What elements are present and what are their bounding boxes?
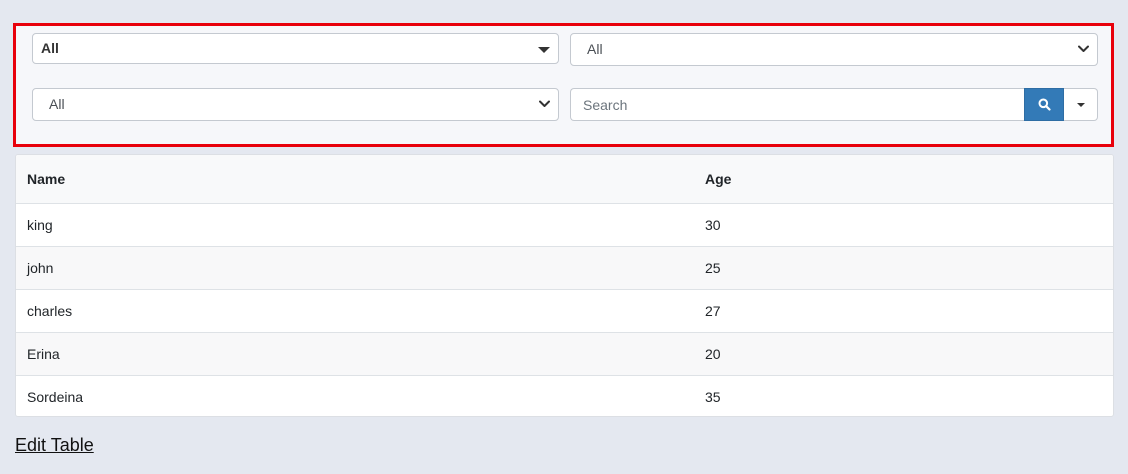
cell-name: john <box>16 246 694 290</box>
cell-age: 27 <box>694 289 1113 333</box>
cell-age: 25 <box>694 246 1113 290</box>
filter-select-2[interactable]: All <box>570 33 1098 66</box>
cell-name: king <box>16 203 694 247</box>
chevron-down-icon <box>539 100 550 107</box>
table-header-row: Name Age <box>16 155 1113 204</box>
filter-select-3-value: All <box>49 96 65 112</box>
table-row[interactable]: Erina 20 <box>16 332 1113 376</box>
cell-age: 20 <box>694 332 1113 376</box>
table-row[interactable]: charles 27 <box>16 289 1113 333</box>
table-row[interactable]: john 25 <box>16 246 1113 290</box>
caret-down-icon <box>538 47 550 53</box>
filter-select-1-value: All <box>41 40 59 56</box>
caret-down-icon <box>1077 103 1085 107</box>
table-row[interactable]: king 30 <box>16 203 1113 247</box>
search-input[interactable] <box>570 88 1025 121</box>
filter-select-3[interactable]: All <box>32 88 559 121</box>
cell-name: charles <box>16 289 694 333</box>
table-row[interactable]: Sordeina 35 <box>16 376 1113 417</box>
cell-name: Erina <box>16 332 694 376</box>
filter-select-1[interactable]: All <box>32 33 559 64</box>
cell-name: Sordeina <box>27 389 84 405</box>
cell-age: 35 <box>705 389 721 405</box>
data-table: Name Age king 30 john 25 charles 27 Erin… <box>15 154 1114 417</box>
search-button[interactable] <box>1024 88 1064 121</box>
filter-panel: All All All <box>13 23 1114 147</box>
filter-select-2-value: All <box>587 41 603 57</box>
edit-table-link[interactable]: Edit Table <box>15 435 94 456</box>
column-header-age[interactable]: Age <box>694 155 1113 204</box>
column-header-name[interactable]: Name <box>16 155 694 204</box>
cell-age: 30 <box>694 203 1113 247</box>
search-options-dropdown-button[interactable] <box>1064 88 1098 121</box>
search-icon <box>1038 98 1051 111</box>
chevron-down-icon <box>1078 45 1089 52</box>
